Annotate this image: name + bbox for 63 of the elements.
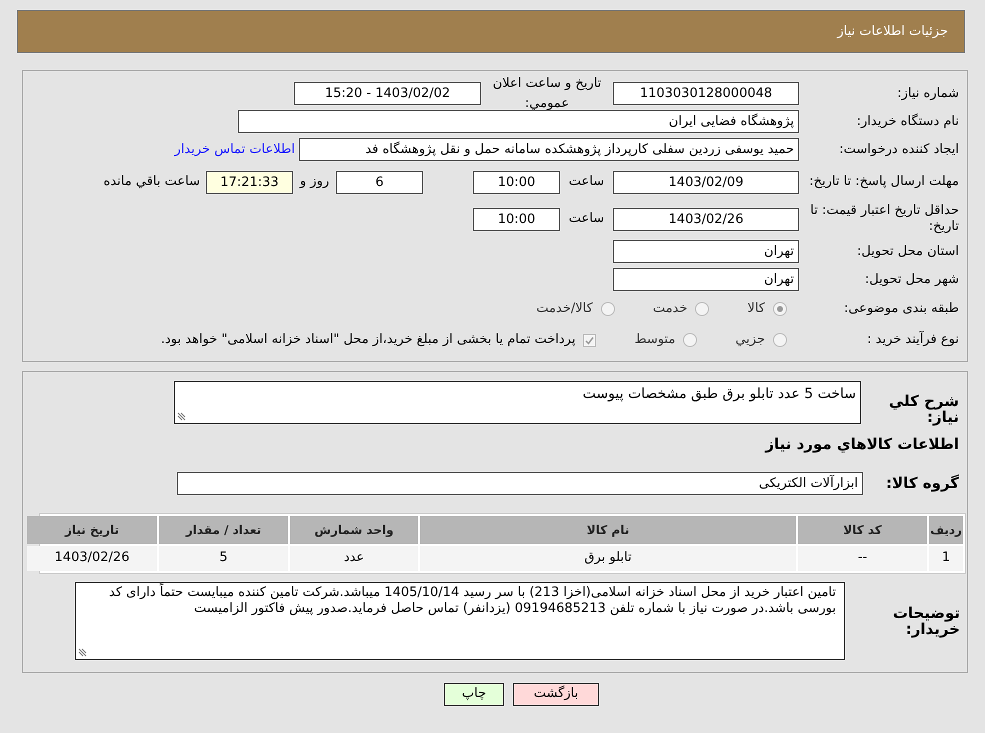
column-header: واحد شمارش: [290, 516, 418, 544]
radio-button[interactable]: [773, 302, 787, 316]
radio-button[interactable]: [695, 302, 710, 316]
text-field[interactable]: 6: [336, 170, 423, 194]
table-cell: 1: [929, 546, 963, 570]
column-header: نام کالا: [420, 516, 796, 544]
text-field[interactable]: 1103030128000048: [613, 82, 799, 105]
radio-label: متوسط: [634, 331, 676, 350]
checkbox-label: پرداخت تمام يا بخشی از مبلغ خريد،از محل "اسناد خزانه اسلامی" خواهد بود.: [160, 331, 576, 350]
column-header: تاريخ نياز: [27, 516, 157, 544]
radio-button[interactable]: [600, 302, 615, 316]
radio-button[interactable]: [773, 333, 787, 347]
table-cell: 5: [159, 546, 288, 570]
column-header: رديف: [929, 516, 963, 544]
field-label: روز و: [298, 173, 330, 192]
field-label: شرح کلي نياز:: [888, 391, 960, 425]
checkbox[interactable]: [583, 334, 596, 346]
contact-link[interactable]: اطلاعات تماس خريدار: [174, 140, 299, 160]
page-header: جزئیات اطلاعات نیاز: [17, 10, 965, 53]
back-button[interactable]: بازگشت: [513, 682, 599, 706]
field-label: مهلت ارسال پاسخ: تا تاريخ:: [808, 174, 960, 190]
resize-grip-icon: [177, 412, 186, 421]
field-label: شماره نیاز:: [896, 86, 960, 102]
radio-label: کالا: [747, 300, 765, 318]
radio-label: کالا/خدمت: [536, 300, 593, 318]
field-label: ساعت: [568, 173, 606, 192]
radio-button[interactable]: [683, 333, 698, 347]
text-field[interactable]: 1403/02/02 - 15:20: [294, 82, 481, 105]
text-field[interactable]: تهران: [613, 268, 799, 291]
radio-label: خدمت: [652, 300, 688, 318]
field-label: حداقل تاريخ اعتبار قيمت: تا تاريخ:: [809, 203, 960, 235]
field-label: ساعت باقي مانده: [104, 173, 201, 192]
column-header: تعداد / مقدار: [159, 516, 288, 544]
text-field[interactable]: 10:00: [473, 208, 560, 230]
resize-grip-icon: [78, 648, 87, 656]
section-heading: اطلاعات کالاهاي مورد نياز: [764, 434, 960, 455]
text-field[interactable]: 10:00: [473, 170, 560, 194]
field-label: شهر محل تحويل:: [864, 272, 960, 288]
text-field[interactable]: تهران: [613, 240, 799, 263]
field-label: توضيحات خريدار:: [892, 604, 961, 636]
text-field[interactable]: پژوهشگاه فضايی ايران: [238, 110, 799, 133]
table-cell: --: [798, 546, 927, 570]
radio-label: جزيي: [735, 331, 765, 350]
description-textarea[interactable]: ساخت 5 عدد تابلو برق طبق مشخصات پيوست: [174, 381, 861, 424]
field-label: تاریخ و ساعت اعلان عمومي:: [492, 75, 602, 112]
print-button[interactable]: چاپ: [444, 682, 504, 706]
field-label: گروه کالا:: [885, 475, 960, 491]
text-field[interactable]: 1403/02/26: [613, 208, 799, 230]
field-label: طبقه بندی موضوعی:: [842, 301, 960, 317]
field-label: استان محل تحويل:: [856, 244, 960, 260]
table-cell: 1403/02/26: [27, 546, 157, 570]
field-label: ساعت: [568, 210, 606, 228]
text-field[interactable]: 1403/02/09: [613, 170, 799, 194]
field-label: ايجاد کننده درخواست:: [838, 142, 960, 158]
column-header: کد کالا: [798, 516, 927, 544]
field-label: نام دستگاه خريدار:: [856, 114, 960, 130]
text-field[interactable]: 17:21:33: [206, 170, 293, 194]
text-field[interactable]: حميد يوسفی زردين سفلی کارپرداز پژوهشکده سامانه حمل و نقل پژوهشگاه فد: [299, 138, 799, 161]
table-cell: عدد: [290, 546, 418, 570]
notes-textarea[interactable]: تامين اعتبار خريد از محل اسناد خزانه اسلامی(اخزا 213) با سر رسيد 1405/10/14 ميباشد.شرکت تامين کننده ميبايست حتماً دارای کد بورسی باشد.در صورت نياز با شماره تلفن 09194685213 (يزدانفر) تماس حاصل فرمايد.صدور پيش فاکتور الزاميست: [75, 582, 845, 660]
field-label: نوع فرآيند خريد :: [866, 332, 960, 348]
table-cell: تابلو برق: [420, 546, 796, 570]
text-field[interactable]: ابزارآلات الکتريکی: [177, 472, 863, 494]
